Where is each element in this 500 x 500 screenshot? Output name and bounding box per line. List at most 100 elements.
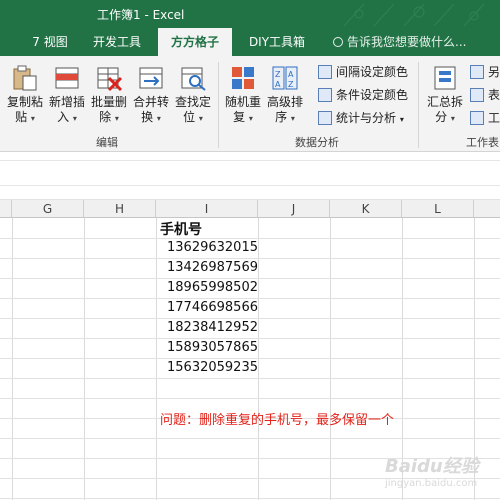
group-separator (218, 62, 219, 148)
interval-color-label: 间隔设定颜色 (336, 65, 409, 79)
title-bar: 工作簿1 - Excel (0, 0, 500, 28)
advanced-sort-label-1: 高级排 (266, 95, 303, 109)
insert-label-1: 新增插 (48, 95, 85, 109)
batch-delete-label-1: 批量删 (90, 95, 127, 109)
copy-paste-button[interactable]: 复制粘 贴 ▾ (4, 62, 46, 128)
tab-diy-toolbox[interactable]: DIY工具箱 (240, 28, 314, 56)
condition-color-button[interactable]: 条件设定颜色 (318, 85, 408, 105)
lightbulb-icon (333, 37, 343, 47)
cell-phone[interactable]: 15632059235 (167, 360, 258, 375)
column-header-g[interactable]: G (12, 200, 84, 218)
column-header-l[interactable]: L (402, 200, 474, 218)
gridline (0, 278, 500, 279)
table-icon (470, 88, 484, 102)
merge-convert-label-1: 合并转 (132, 95, 169, 109)
workbook-small-button-3[interactable]: 工 (470, 108, 500, 128)
column-header-i[interactable]: I (156, 200, 258, 218)
title-decoration (343, 3, 485, 27)
formula-bar[interactable] (0, 160, 500, 186)
gridline (0, 238, 500, 239)
paste-icon (11, 64, 39, 92)
gridline (0, 398, 500, 399)
insert-rows-icon (53, 64, 81, 92)
workbook-small-label-1: 另 (488, 65, 500, 79)
gridline (0, 298, 500, 299)
gridline (0, 318, 500, 319)
find-locate-label-2: 位 (183, 110, 196, 124)
copy-paste-label-1: 复制粘 (6, 95, 43, 109)
tab-developer[interactable]: 开发工具 (84, 28, 150, 56)
statistics-label: 统计与分析 (336, 111, 397, 125)
cell-note[interactable]: 问题：删除重复的手机号，最多保留一个 (160, 409, 394, 428)
save-as-icon (470, 65, 484, 79)
column-header-j[interactable]: J (258, 200, 330, 218)
tell-me-text: 告诉我您想要做什么... (347, 35, 467, 49)
column-header-h[interactable]: H (84, 200, 156, 218)
column-header-k[interactable]: K (330, 200, 402, 218)
dropdown-caret-icon: ▾ (156, 114, 161, 123)
gridline (0, 358, 500, 359)
row-header-corner[interactable] (0, 200, 12, 218)
dropdown-caret-icon: ▾ (114, 114, 119, 123)
column-header-m[interactable] (474, 200, 500, 218)
group-separator (418, 62, 419, 148)
find-locate-icon (179, 64, 207, 92)
insert-label-2: 入 (57, 110, 70, 124)
watermark-subtext: jingyan.baidu.com (385, 478, 478, 489)
cell-phone[interactable]: 13426987569 (167, 260, 258, 275)
dropdown-caret-icon: ▾ (248, 114, 253, 123)
summary-split-label-2: 分 (435, 110, 448, 124)
dropdown-caret-icon: ▾ (399, 115, 404, 124)
workbook-small-button-1[interactable]: 另 (470, 62, 500, 82)
dropdown-caret-icon: ▾ (72, 114, 77, 123)
svg-text:A: A (275, 80, 281, 89)
watermark-text: Baidu经验 (385, 456, 479, 477)
dropdown-caret-icon: ▾ (198, 114, 203, 123)
gridline (0, 258, 500, 259)
gridline (0, 378, 500, 379)
insert-button[interactable]: 新增插 入 ▾ (46, 62, 88, 128)
svg-text:Z: Z (275, 70, 281, 79)
random-repeat-icon (229, 64, 257, 92)
batch-delete-icon (95, 64, 123, 92)
statistics-analysis-button[interactable]: 统计与分析 ▾ (318, 108, 404, 128)
summary-split-icon (431, 64, 459, 92)
random-repeat-label-2: 复 (233, 110, 246, 124)
random-repeat-label-1: 随机重 (224, 95, 261, 109)
summary-split-label-1: 汇总拆 (426, 95, 463, 109)
find-locate-button[interactable]: 查找定 位 ▾ (172, 62, 214, 128)
gridline (0, 498, 500, 499)
cell-phone[interactable]: 18238412952 (167, 320, 258, 335)
merge-convert-button[interactable]: 合并转 换 ▾ (130, 62, 172, 128)
cell-phone[interactable]: 18965998502 (167, 280, 258, 295)
random-repeat-button[interactable]: 随机重 复 ▾ (222, 62, 264, 128)
interval-color-icon (318, 65, 332, 79)
group-label-workbook: 工作表 (466, 136, 499, 149)
cell-header-phone[interactable]: 手机号 (160, 219, 202, 239)
group-label-analysis: 数据分析 (295, 136, 339, 149)
tab-fangfang[interactable]: 方方格子 (158, 28, 232, 56)
condition-color-icon (318, 88, 332, 102)
dropdown-caret-icon: ▾ (290, 114, 295, 123)
ribbon: 复制粘 贴 ▾ 新增插 入 ▾ 批量删 除 ▾ 合并转 换 ▾ 查找定 位 ▾ … (0, 56, 500, 152)
worksheet-icon (470, 111, 484, 125)
tab-view[interactable]: 7 视图 (26, 28, 74, 56)
svg-text:Z: Z (288, 80, 294, 89)
workbook-small-label-2: 表 (488, 88, 500, 102)
dropdown-caret-icon: ▾ (30, 114, 35, 123)
advanced-sort-button[interactable]: Z A A Z 高级排 序 ▾ (264, 62, 306, 128)
svg-text:A: A (288, 70, 294, 79)
cell-phone[interactable]: 15893057865 (167, 340, 258, 355)
advanced-sort-icon: Z A A Z (271, 64, 299, 92)
condition-color-label: 条件设定颜色 (336, 88, 409, 102)
cell-phone[interactable]: 13629632015 (167, 240, 258, 255)
tell-me-search[interactable]: 告诉我您想要做什么... (333, 28, 466, 56)
batch-delete-label-2: 除 (99, 110, 112, 124)
cell-phone[interactable]: 17746698566 (167, 300, 258, 315)
group-label-edit: 编辑 (96, 136, 118, 149)
merge-convert-icon (137, 64, 165, 92)
interval-color-button[interactable]: 间隔设定颜色 (318, 62, 408, 82)
batch-delete-button[interactable]: 批量删 除 ▾ (88, 62, 130, 128)
summary-split-button[interactable]: 汇总拆 分 ▾ (424, 62, 466, 128)
workbook-small-button-2[interactable]: 表 (470, 85, 500, 105)
